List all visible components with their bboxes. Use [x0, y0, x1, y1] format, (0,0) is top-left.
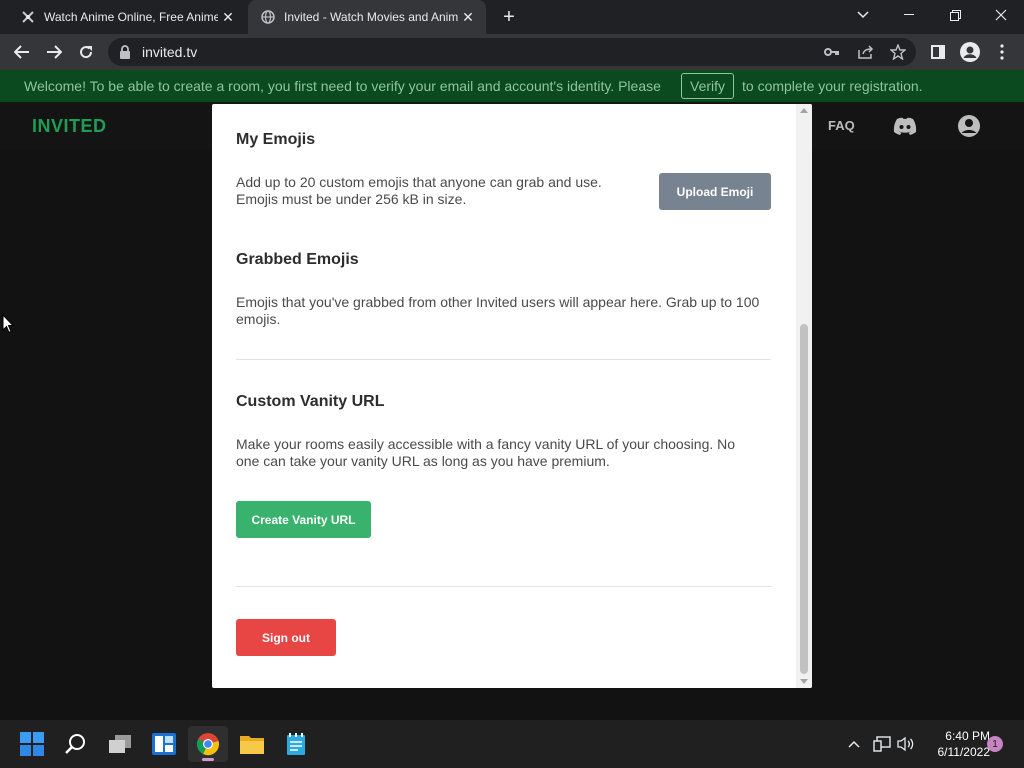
mouse-cursor-icon — [2, 314, 14, 334]
windows-taskbar: 6:40 PM 6/11/2022 — [0, 720, 1024, 768]
widgets-icon — [152, 733, 176, 755]
bookmark-star-icon[interactable] — [888, 42, 908, 62]
new-tab-button[interactable]: + — [498, 6, 520, 28]
my-emojis-desc-line1: Add up to 20 custom emojis that anyone c… — [236, 174, 602, 190]
scroll-down-arrow-icon[interactable] — [800, 679, 808, 684]
site-logo[interactable]: INVITED — [32, 116, 107, 137]
globe-favicon-icon — [260, 9, 276, 25]
active-app-indicator — [202, 758, 214, 761]
address-bar[interactable]: invited.tv — [108, 38, 916, 66]
my-emojis-title: My Emojis — [236, 131, 316, 148]
clock-date: 6/11/2022 — [937, 745, 991, 759]
chrome-icon — [196, 733, 219, 756]
widgets-button[interactable] — [144, 726, 184, 762]
nav-faq-link[interactable]: FAQ — [828, 118, 855, 133]
create-vanity-url-button[interactable]: Create Vanity URL — [236, 501, 371, 538]
section-divider — [236, 359, 771, 360]
modal-scrollbar[interactable] — [796, 104, 812, 688]
windows-logo-icon — [20, 732, 44, 756]
discord-icon[interactable] — [892, 115, 918, 137]
start-button[interactable] — [12, 726, 52, 762]
file-explorer-button[interactable] — [232, 726, 272, 762]
tab-search-chevron-icon[interactable] — [840, 0, 886, 30]
browser-tab-strip: Watch Anime Online, Free Anime ✕ Invited… — [0, 0, 1024, 34]
search-icon — [65, 734, 85, 754]
verification-banner: Welcome! To be able to create a room, yo… — [0, 70, 1024, 102]
notification-badge[interactable]: 1 — [987, 736, 1003, 752]
volume-icon[interactable] — [896, 734, 916, 754]
close-tab-icon[interactable]: ✕ — [218, 7, 238, 27]
banner-message: Welcome! To be able to create a room, yo… — [24, 78, 661, 94]
close-tab-icon[interactable]: ✕ — [458, 7, 478, 27]
reload-icon[interactable] — [74, 40, 98, 64]
scrollbar-thumb[interactable] — [800, 324, 808, 674]
side-panel-icon[interactable] — [926, 40, 950, 64]
restore-button[interactable] — [932, 0, 978, 30]
show-hidden-icons-chevron-icon[interactable] — [844, 734, 864, 754]
forward-arrow-icon[interactable] — [42, 40, 66, 64]
tab-watch-anime[interactable]: Watch Anime Online, Free Anime ✕ — [8, 0, 246, 34]
search-button[interactable] — [56, 726, 96, 762]
grabbed-emojis-desc-line2: emojis. — [236, 311, 281, 327]
tab-title: Invited - Watch Movies and Anime — [284, 10, 458, 24]
back-arrow-icon[interactable] — [10, 40, 34, 64]
close-window-button[interactable] — [978, 0, 1024, 30]
page-viewport: Welcome! To be able to create a room, yo… — [0, 70, 1024, 720]
notepad-icon — [287, 733, 305, 755]
upload-emoji-button[interactable]: Upload Emoji — [659, 173, 771, 210]
clock-time: 6:40 PM — [945, 729, 990, 743]
grabbed-emojis-title: Grabbed Emojis — [236, 251, 359, 268]
section-divider — [236, 586, 771, 587]
folder-icon — [240, 736, 264, 754]
vanity-url-desc-line2: one can take your vanity URL as long as … — [236, 453, 610, 469]
task-view-button[interactable] — [100, 726, 140, 762]
taskbar-clock[interactable]: 6:40 PM 6/11/2022 — [918, 728, 991, 760]
task-view-icon — [109, 735, 131, 753]
scroll-up-arrow-icon[interactable] — [800, 108, 808, 113]
profile-icon[interactable] — [958, 40, 982, 64]
banner-message-end: to complete your registration. — [742, 78, 923, 94]
menu-kebab-icon[interactable] — [990, 40, 1014, 64]
chrome-taskbar-button[interactable] — [188, 726, 228, 762]
settings-modal: My Emojis Add up to 20 custom emojis tha… — [212, 104, 812, 688]
account-circle-icon[interactable] — [957, 114, 981, 138]
sign-out-button[interactable]: Sign out — [236, 619, 336, 656]
my-emojis-desc-line2: Emojis must be under 256 kB in size. — [236, 191, 467, 207]
url-text: invited.tv — [142, 44, 198, 60]
key-icon[interactable] — [822, 42, 842, 62]
anime-favicon-icon — [20, 9, 36, 25]
tab-invited[interactable]: Invited - Watch Movies and Anime ✕ — [248, 0, 486, 34]
network-icon[interactable] — [872, 734, 892, 754]
lock-icon — [120, 45, 130, 59]
verify-button[interactable]: Verify — [681, 73, 735, 99]
tab-title: Watch Anime Online, Free Anime — [44, 10, 218, 24]
vanity-url-desc-line1: Make your rooms easily accessible with a… — [236, 436, 736, 452]
notepad-button[interactable] — [276, 726, 316, 762]
browser-toolbar: invited.tv — [0, 34, 1024, 70]
minimize-button[interactable] — [886, 0, 932, 30]
grabbed-emojis-desc-line1: Emojis that you've grabbed from other In… — [236, 294, 760, 310]
vanity-url-title: Custom Vanity URL — [236, 393, 385, 410]
share-icon[interactable] — [856, 42, 876, 62]
